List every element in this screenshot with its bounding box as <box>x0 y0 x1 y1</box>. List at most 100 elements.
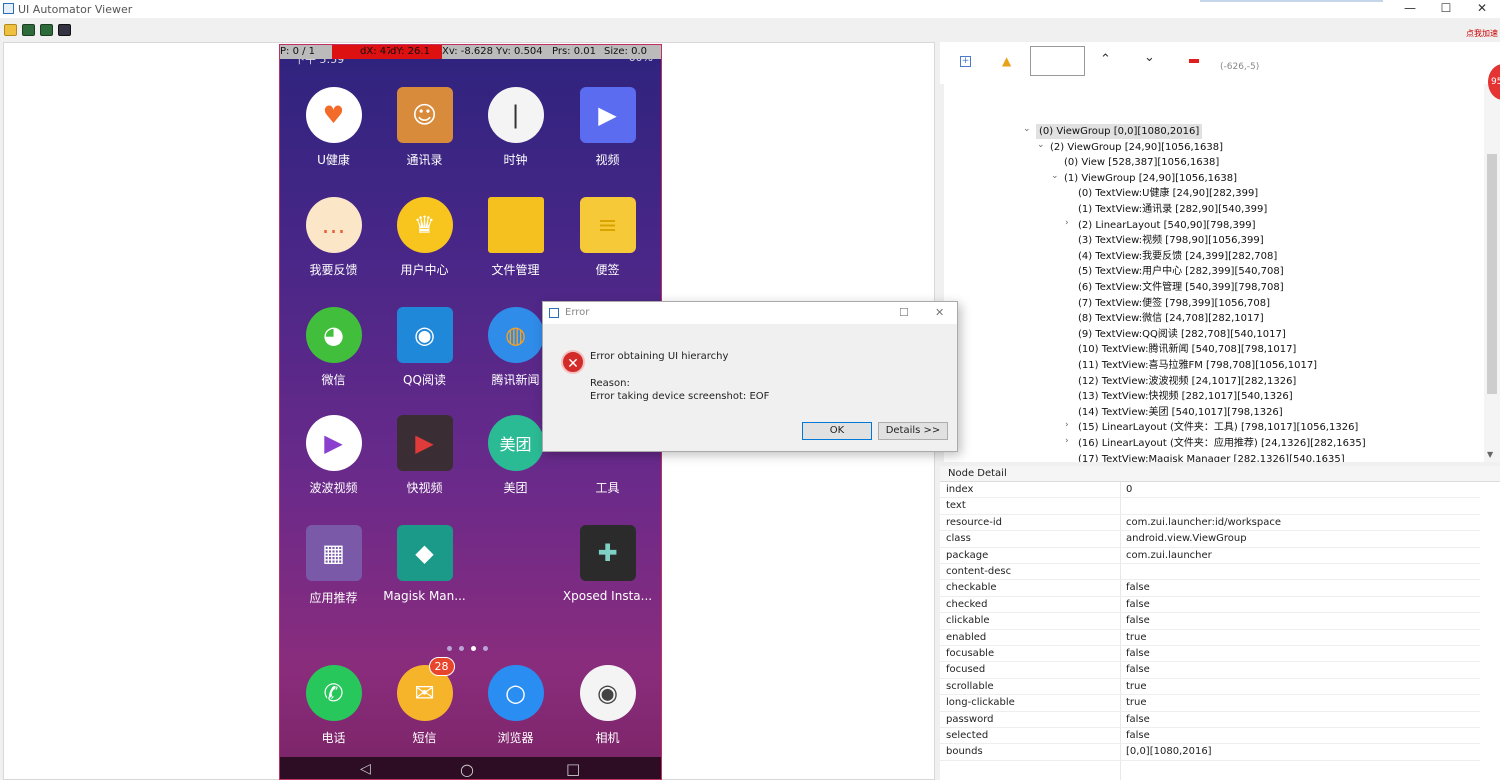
nav-home-icon[interactable]: ○ <box>460 760 474 779</box>
tree-node[interactable]: (6) TextView:文件管理 [540,399][798,708] <box>1078 280 1284 295</box>
tree-scrollbar-thumb[interactable] <box>1487 154 1497 394</box>
app-icon-tile[interactable]: ▶ 快视频 <box>379 415 470 496</box>
tree-node[interactable]: (2) ViewGroup [24,90][1056,1638] <box>1050 140 1223 155</box>
tree-node[interactable]: (7) TextView:便签 [798,399][1056,708] <box>1078 296 1270 311</box>
tree-node[interactable]: (2) LinearLayout [540,90][798,399] <box>1078 218 1256 233</box>
tree-expander-icon[interactable]: › <box>1065 436 1069 446</box>
app-label: 通讯录 <box>406 153 443 167</box>
tree-node[interactable]: (3) TextView:视频 [798,90][1056,399] <box>1078 233 1264 248</box>
detail-row[interactable]: scrollable true <box>940 679 1480 696</box>
detail-row[interactable]: class android.view.ViewGroup <box>940 531 1480 548</box>
dialog-maximize-button[interactable]: ☐ <box>899 306 909 319</box>
clear-search-icon[interactable] <box>1189 59 1199 63</box>
app-icon-tile[interactable]: ◉ 相机 <box>562 665 653 746</box>
tree-node[interactable]: (11) TextView:喜马拉雅FM [798,708][1056,1017… <box>1078 358 1317 373</box>
node-search-input[interactable] <box>1030 46 1085 76</box>
tree-node[interactable]: (14) TextView:美团 [540,1017][798,1326] <box>1078 405 1283 420</box>
dialog-title: Error <box>565 307 590 318</box>
app-icon-tile[interactable]: | 时钟 <box>470 87 561 168</box>
app-icon-tile[interactable]: ▶ 视频 <box>562 87 653 168</box>
details-button[interactable]: Details >> <box>878 422 948 440</box>
tree-expander-icon[interactable]: ⌄ <box>1037 140 1045 150</box>
detail-row[interactable]: checkable false <box>940 580 1480 597</box>
detail-row[interactable]: focused false <box>940 662 1480 679</box>
app-label: 工具 <box>595 481 620 495</box>
app-icon-tile[interactable]: ♥ U健康 <box>288 87 379 168</box>
app-icon-tile[interactable]: ≡ 便签 <box>562 197 653 278</box>
app-icon-tile[interactable]: ▦ 应用推荐 <box>288 525 379 606</box>
app-icon-tile[interactable]: ✆ 电话 <box>288 665 379 746</box>
detail-value: false <box>1126 598 1150 610</box>
app-icon-tile[interactable]: ☺ 通讯录 <box>379 87 470 168</box>
app-icon-tile[interactable]: ◉ QQ阅读 <box>379 307 470 388</box>
tree-node[interactable]: (10) TextView:腾讯新闻 [540,708][798,1017] <box>1078 342 1296 357</box>
detail-row[interactable]: resource-id com.zui.launcher:id/workspace <box>940 515 1480 532</box>
warning-icon[interactable]: ▲ <box>1002 54 1011 68</box>
hierarchy-tree[interactable]: ⌄ (0) ViewGroup [0,0][1080,2016] ⌄ (2) View… <box>944 84 1484 462</box>
speed-boost-label[interactable]: 点我加速 <box>1466 28 1498 39</box>
nav-recent-icon[interactable]: □ <box>566 760 580 778</box>
tree-node[interactable]: (1) ViewGroup [24,90][1056,1638] <box>1064 171 1237 186</box>
detail-row[interactable]: selected false <box>940 728 1480 745</box>
next-result-icon[interactable]: ⌄ <box>1144 50 1155 65</box>
minimize-button[interactable]: — <box>1392 0 1428 18</box>
app-icon-tile[interactable]: 文件管理 <box>470 197 561 278</box>
tree-node[interactable]: (12) TextView:波波视频 [24,1017][282,1326] <box>1078 374 1296 389</box>
tree-node[interactable]: (4) TextView:我要反馈 [24,399][282,708] <box>1078 249 1277 264</box>
ok-button[interactable]: OK <box>802 422 872 440</box>
app-icon-tile[interactable]: ▶ 波波视频 <box>288 415 379 496</box>
tree-node[interactable]: (16) LinearLayout (文件夹：应用推荐) [24,1326][2… <box>1078 436 1366 451</box>
detail-row[interactable]: focusable false <box>940 646 1480 663</box>
close-button[interactable]: ✕ <box>1464 0 1500 18</box>
app-icon-tile[interactable]: ♛ 用户中心 <box>379 197 470 278</box>
tree-node[interactable]: (17) TextView:Magisk Manager [282,1326][… <box>1078 452 1345 462</box>
scroll-down-icon[interactable]: ▼ <box>1487 450 1493 459</box>
app-icon-tile[interactable]: ✉ 28 短信 <box>379 657 470 746</box>
dialog-close-button[interactable]: ✕ <box>935 306 944 319</box>
tree-node[interactable]: (9) TextView:QQ阅读 [282,708][540,1017] <box>1078 327 1286 342</box>
detail-key: bounds <box>946 746 983 758</box>
detail-row[interactable]: bounds [0,0][1080,2016] <box>940 744 1480 761</box>
tree-scrollbar[interactable]: ▼ <box>1484 84 1500 462</box>
tree-node[interactable]: (13) TextView:快视频 [282,1017][540,1326] <box>1078 389 1293 404</box>
tree-expander-icon[interactable]: › <box>1065 218 1069 228</box>
tree-node[interactable]: (0) View [528,387][1056,1638] <box>1064 155 1219 170</box>
device-screenshot-compressed-icon[interactable] <box>40 24 53 36</box>
detail-row[interactable]: long-clickable true <box>940 695 1480 712</box>
detail-row[interactable]: text <box>940 498 1480 515</box>
detail-key: package <box>946 549 989 561</box>
app-icon-tile[interactable]: ◆ Magisk Man... <box>379 525 470 603</box>
prev-result-icon[interactable]: ⌃ <box>1100 52 1111 67</box>
app-icon: ✉ 28 <box>396 657 455 721</box>
detail-key: checkable <box>946 582 997 594</box>
tree-expander-icon[interactable]: › <box>1065 420 1069 430</box>
detail-row[interactable]: enabled true <box>940 630 1480 646</box>
app-icon-tile[interactable]: ◕ 微信 <box>288 307 379 388</box>
tree-expander-icon[interactable]: ⌄ <box>1051 171 1059 181</box>
expand-all-icon[interactable]: + <box>960 56 971 67</box>
detail-row[interactable]: checked false <box>940 597 1480 614</box>
app-icon-tile[interactable]: ✚ Xposed Insta... <box>562 525 653 603</box>
detail-row[interactable]: content-desc <box>940 564 1480 581</box>
detail-row[interactable]: package com.zui.launcher <box>940 548 1480 564</box>
main-toolbar <box>0 20 1500 42</box>
tree-node[interactable]: (0) TextView:U健康 [24,90][282,399] <box>1078 186 1258 201</box>
detail-key: enabled <box>946 631 987 643</box>
maximize-button[interactable]: ☐ <box>1428 0 1464 18</box>
tree-node[interactable]: (0) ViewGroup [0,0][1080,2016] <box>1036 124 1203 139</box>
save-icon[interactable] <box>58 24 71 36</box>
tree-node[interactable]: (8) TextView:微信 [24,708][282,1017] <box>1078 311 1264 326</box>
detail-row[interactable]: password false <box>940 712 1480 728</box>
device-screenshot-icon[interactable] <box>22 24 35 36</box>
app-icon-tile[interactable]: … 我要反馈 <box>288 197 379 278</box>
tree-node[interactable]: (1) TextView:通讯录 [282,90][540,399] <box>1078 202 1267 217</box>
nav-back-icon[interactable]: ◁ <box>360 761 371 777</box>
app-icon-tile[interactable]: ○ 浏览器 <box>470 665 561 746</box>
tree-expander-icon[interactable]: ⌄ <box>1023 124 1031 134</box>
tree-node[interactable]: (5) TextView:用户中心 [282,399][540,708] <box>1078 264 1284 279</box>
tree-node[interactable]: (15) LinearLayout (文件夹：工具) [798,1017][10… <box>1078 420 1358 435</box>
detail-key: index <box>946 484 974 495</box>
detail-row[interactable]: index 0 <box>940 482 1480 499</box>
open-folder-icon[interactable] <box>4 24 17 36</box>
detail-row[interactable]: clickable false <box>940 613 1480 630</box>
